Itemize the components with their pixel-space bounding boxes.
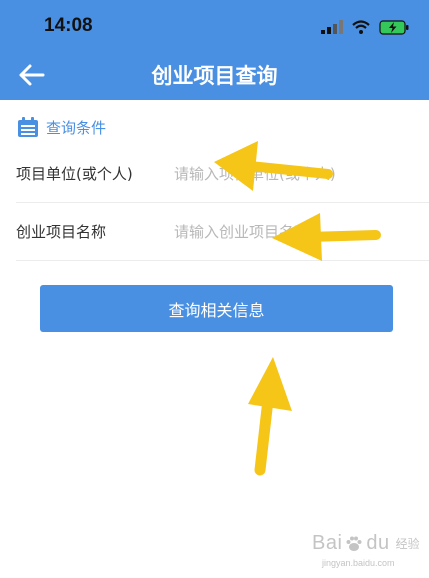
status-time: 14:08 — [44, 15, 93, 36]
query-button[interactable]: 查询相关信息 — [40, 285, 393, 332]
paw-icon — [346, 536, 362, 551]
status-icons — [321, 17, 409, 37]
battery-charging-icon — [379, 19, 409, 35]
project-name-label: 创业项目名称 — [16, 223, 107, 241]
page-title: 创业项目查询 — [151, 64, 278, 88]
top-bar: 14:08 创业项目查询 — [0, 0, 429, 100]
baidu-watermark: Bai du 经验 — [312, 532, 420, 555]
wifi-icon — [352, 20, 370, 34]
section-header: 查询条件 — [16, 114, 106, 140]
form-row-project-unit: 项目单位(或个人) — [16, 145, 429, 203]
arrow-to-query-button — [248, 357, 292, 476]
watermark-brand-tail: du — [366, 532, 390, 554]
watermark-url: jingyan.baidu.com — [322, 558, 395, 568]
form-row-project-name: 创业项目名称 — [16, 203, 429, 261]
signal-icon — [321, 20, 343, 34]
watermark-suffix: 经验 — [395, 537, 420, 551]
section-title: 查询条件 — [46, 118, 107, 137]
project-name-input[interactable] — [174, 222, 414, 241]
watermark-brand: Bai — [312, 532, 343, 554]
calendar-icon — [18, 117, 38, 137]
project-unit-label: 项目单位(或个人) — [16, 165, 133, 183]
project-unit-input[interactable] — [174, 164, 414, 183]
